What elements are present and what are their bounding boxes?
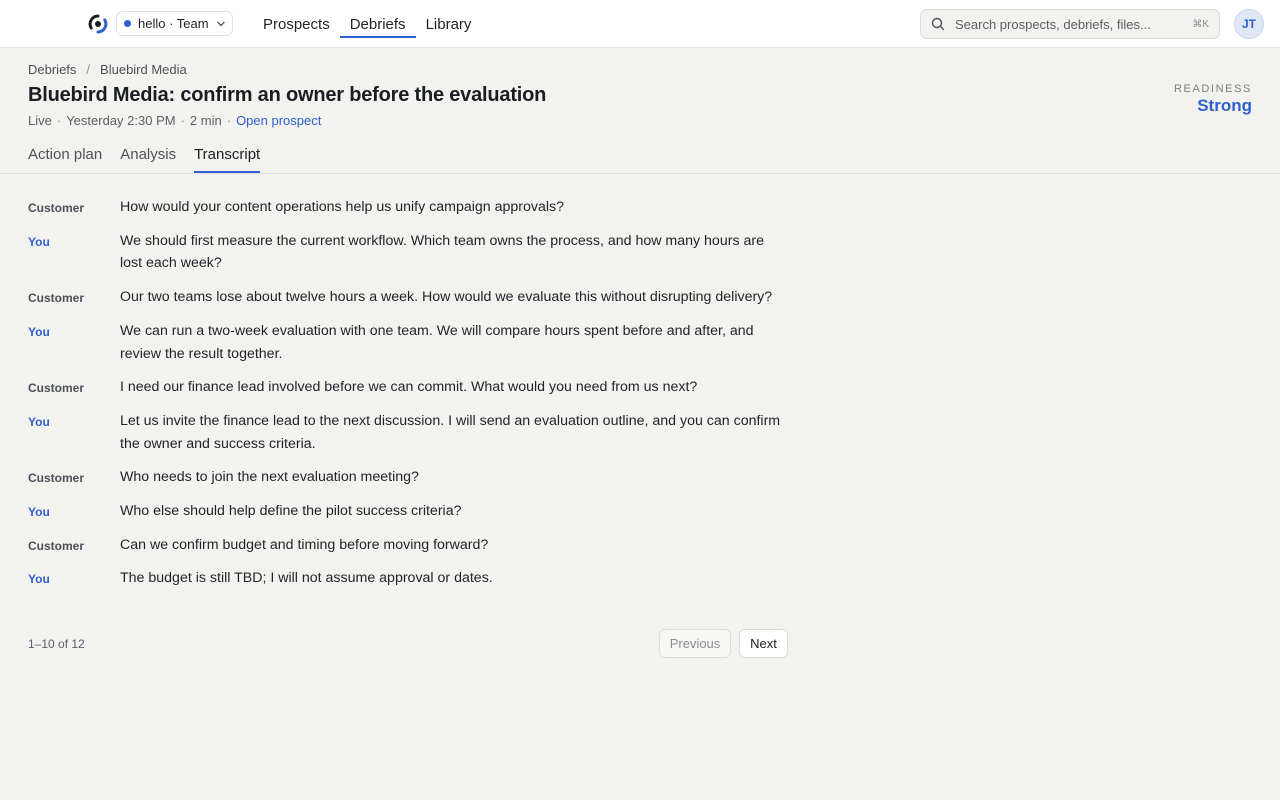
team-switcher[interactable]: hello · Team	[116, 11, 233, 36]
speaker-label: Customer	[28, 471, 85, 486]
transcript-row: Customer Can we confirm budget and timing…	[28, 534, 788, 557]
tab-action-plan[interactable]: Action plan	[28, 140, 102, 173]
speaker-label: You	[28, 324, 50, 339]
speaker-label: Customer	[28, 291, 85, 306]
speaker-label: Customer	[28, 381, 85, 396]
transcript-row: Customer I need our finance lead involved…	[28, 376, 788, 399]
main-nav: Prospects Debriefs Library	[253, 0, 481, 48]
meta-status: Live	[28, 113, 52, 128]
speaker-label: Customer	[28, 538, 85, 553]
nav-library[interactable]: Library	[416, 0, 482, 48]
tab-divider	[0, 173, 1280, 174]
team-label: hello · Team	[138, 16, 209, 31]
utterance-text: Let us invite the finance lead to the ne…	[120, 412, 781, 452]
transcript-row: Customer Our two teams lose about twelve …	[28, 286, 788, 309]
transcript-row: You We should first measure the current w…	[28, 230, 788, 275]
meta-separator: ·	[180, 113, 185, 128]
utterance-text: We can run a two-week evaluation with on…	[120, 322, 754, 362]
speaker-label: You	[28, 505, 50, 520]
open-prospect-link[interactable]: Open prospect	[236, 113, 321, 128]
team-status-dot	[124, 20, 131, 27]
utterance-text: The budget is still TBD; I will not assu…	[120, 570, 493, 587]
meta-separator: ·	[226, 113, 232, 128]
tab-transcript[interactable]: Transcript	[194, 140, 261, 173]
meta-separator: ·	[56, 113, 62, 128]
utterance-text: We should first measure the current work…	[120, 232, 764, 272]
app-logo-icon[interactable]	[88, 14, 108, 34]
meta-time: Yesterday 2:30 PM	[66, 113, 176, 128]
utterance-text: Who needs to join the next evaluation me…	[120, 469, 419, 486]
previous-button[interactable]: Previous	[659, 629, 731, 658]
page-title: Bluebird Media: confirm an owner before …	[28, 84, 547, 106]
breadcrumb-debriefs[interactable]: Debriefs	[28, 62, 76, 77]
transcript-list: Customer How would your content operation…	[28, 196, 788, 601]
search-input[interactable]	[955, 16, 1193, 32]
debrief-meta: Live · Yesterday 2:30 PM · 2 min · Open …	[28, 113, 321, 128]
readiness-label: READINESS	[1174, 83, 1252, 95]
speaker-label: You	[28, 572, 50, 587]
utterance-text: How would your content operations help u…	[120, 199, 565, 215]
transcript-row: You The budget is still TBD; I will not a…	[28, 567, 788, 590]
search-box[interactable]: ⌘K	[920, 9, 1220, 39]
utterance-text: Our two teams lose about twelve hours a …	[120, 289, 773, 306]
search-icon	[931, 17, 945, 31]
tab-bar: Action plan Analysis Transcript	[28, 140, 278, 173]
nav-debriefs[interactable]: Debriefs	[339, 0, 416, 48]
next-button[interactable]: Next	[739, 629, 788, 658]
readiness-indicator: READINESS Strong	[1174, 83, 1252, 116]
utterance-text: Who else should help define the pilot su…	[120, 503, 462, 520]
transcript-row: You Who else should help define the pilot…	[28, 500, 788, 523]
meta-duration: 2 min	[189, 113, 222, 128]
transcript-row: Customer How would your content operation…	[28, 196, 788, 219]
speaker-label: You	[28, 414, 50, 429]
tab-analysis[interactable]: Analysis	[120, 140, 176, 173]
breadcrumb-current: Bluebird Media	[100, 62, 187, 77]
transcript-row: You Let us invite the finance lead to the…	[28, 410, 788, 455]
utterance-text: I need our finance lead involved before …	[120, 379, 698, 396]
top-bar: hello · Team Prospects Debriefs Library …	[0, 0, 1280, 48]
transcript-row: Customer Who needs to join the next evalu…	[28, 466, 788, 489]
speaker-label: Customer	[28, 201, 85, 215]
user-avatar[interactable]: JT	[1234, 9, 1264, 39]
nav-prospects[interactable]: Prospects	[253, 0, 340, 48]
readiness-value: Strong	[1197, 96, 1252, 115]
pagination-info: 1–10 of 12	[28, 637, 85, 651]
utterance-text: Can we confirm budget and timing before …	[120, 536, 489, 553]
chevron-down-icon	[216, 21, 225, 26]
speaker-label: You	[28, 234, 50, 249]
breadcrumb-separator: /	[86, 62, 91, 77]
breadcrumb: Debriefs / Bluebird Media	[28, 62, 187, 77]
search-shortcut-hint: ⌘K	[1192, 18, 1209, 30]
transcript-row: You We can run a two-week evaluation with…	[28, 320, 788, 365]
